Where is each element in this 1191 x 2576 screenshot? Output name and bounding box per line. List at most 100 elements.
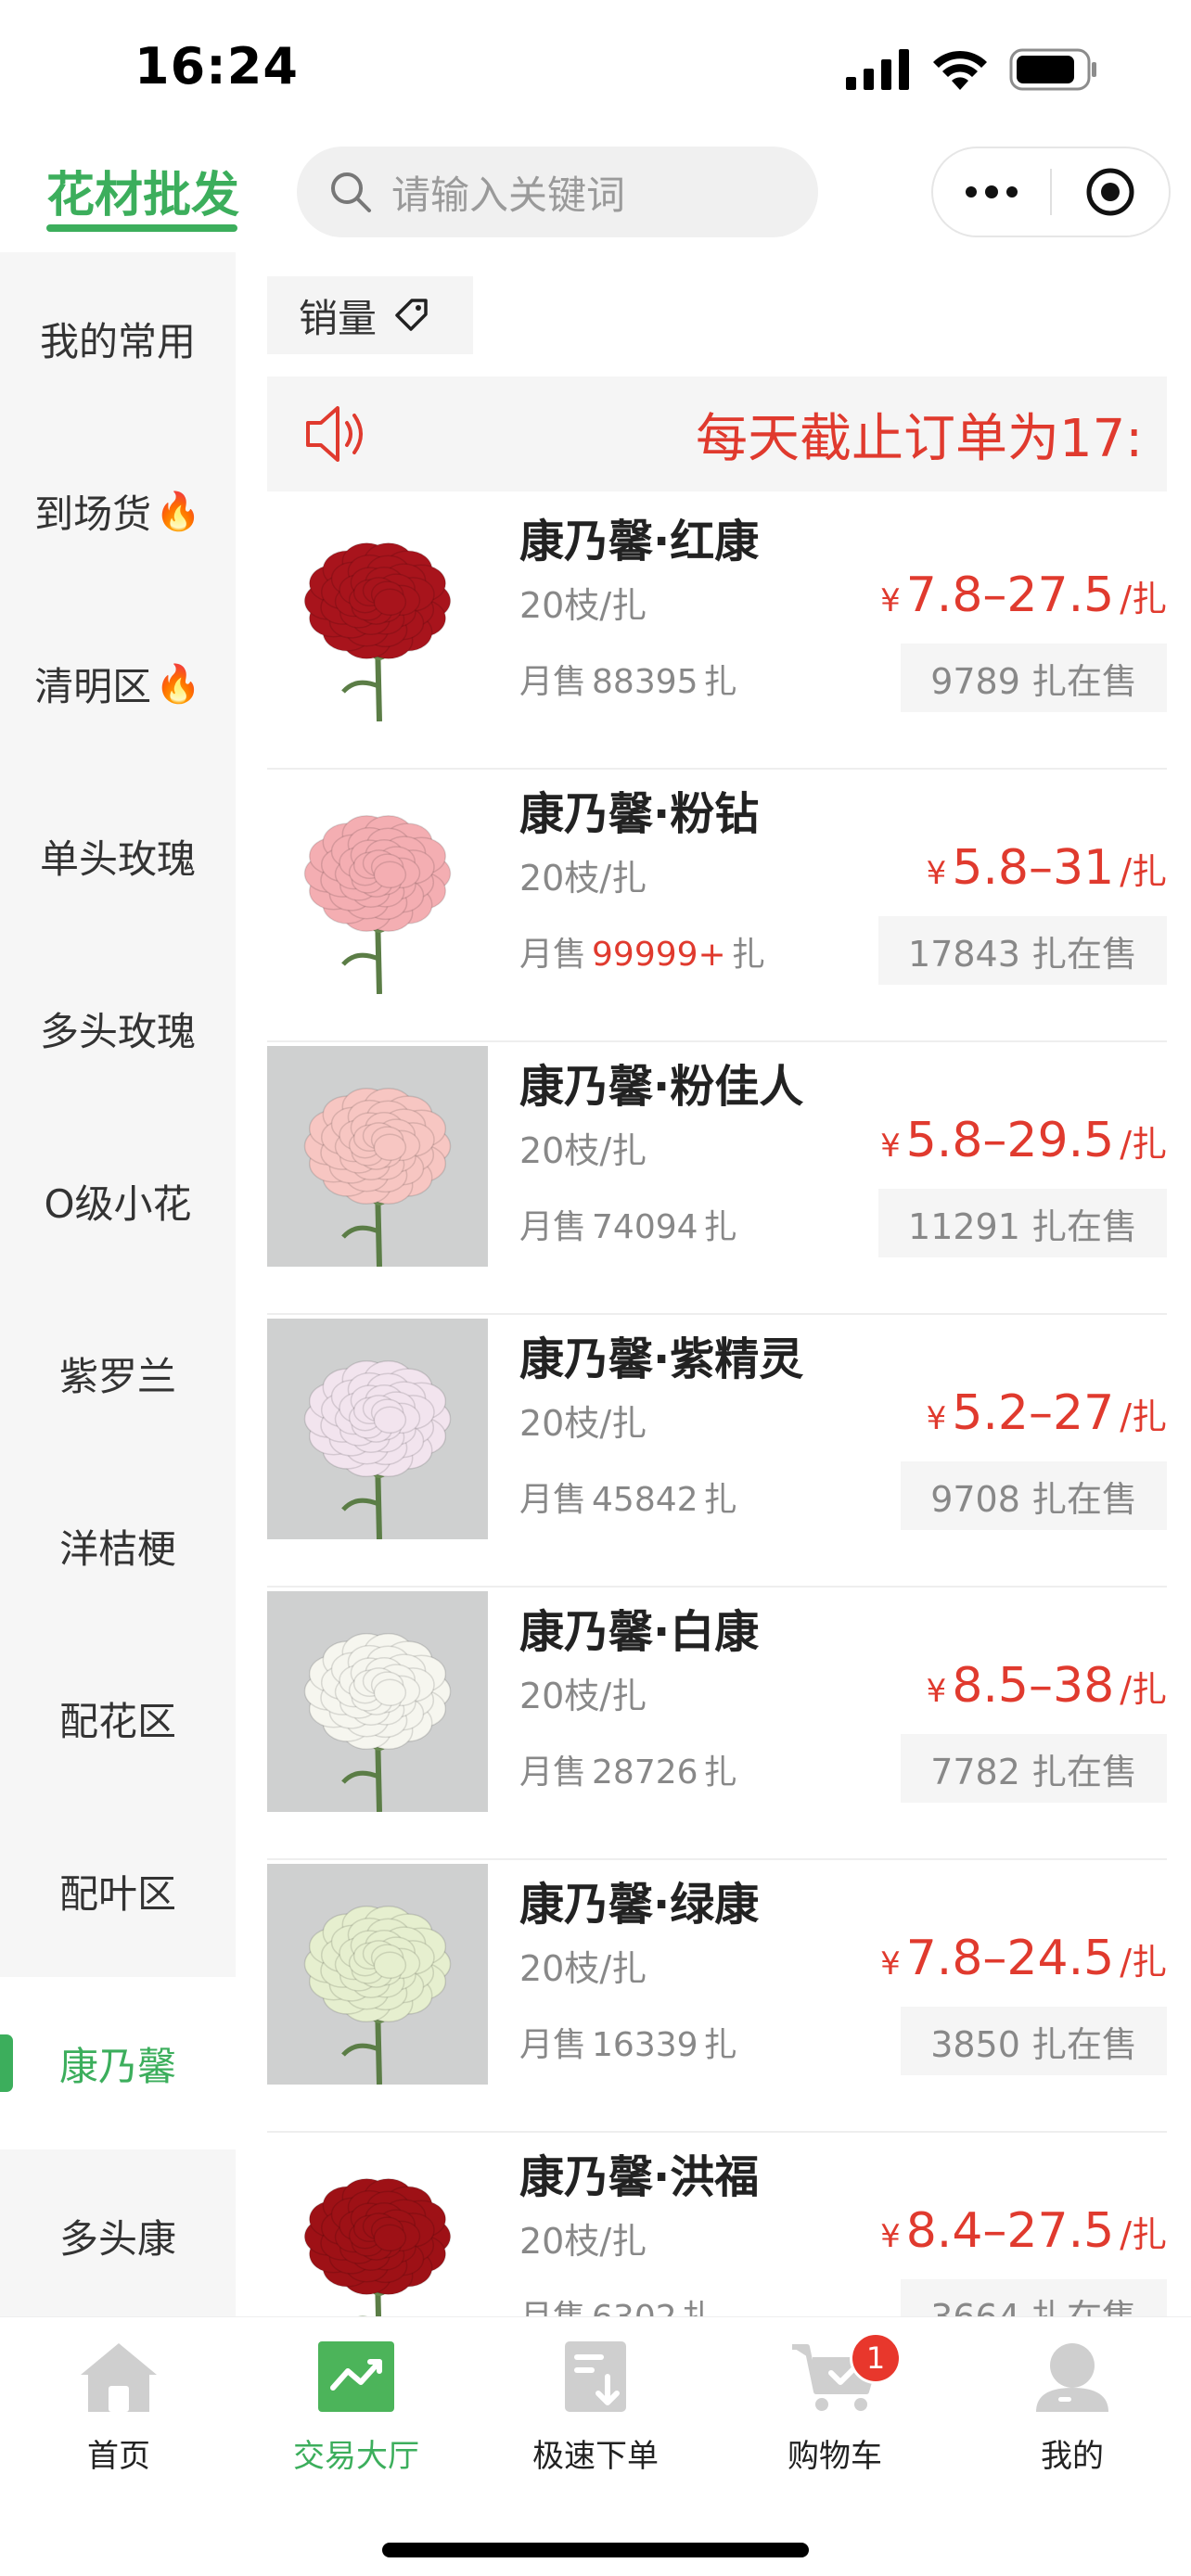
- stock-badge: 11291 扎在售: [878, 1189, 1167, 1257]
- search-input[interactable]: 请输入关键词: [297, 147, 818, 237]
- page-title[interactable]: 花材批发: [46, 156, 239, 225]
- product-row[interactable]: 康乃馨·粉佳人 20枝/扎 ¥5.8–29.5/扎月售 74094 扎 11291 扎在售: [267, 1042, 1167, 1315]
- tab-label: 极速下单: [532, 2438, 659, 2475]
- sidebar-item-o-grade-flowers[interactable]: O级小花: [0, 1115, 236, 1287]
- tab-trading-hall[interactable]: 交易大厅: [263, 2340, 449, 2476]
- product-price: ¥5.8–31/扎: [927, 840, 1167, 896]
- product-image[interactable]: [267, 1864, 488, 2085]
- currency-symbol: ¥: [880, 1128, 901, 1165]
- status-bar: 16:24: [0, 0, 1191, 130]
- sales-prefix: 月售: [519, 936, 587, 974]
- sales-prefix: 月售: [519, 2026, 587, 2064]
- product-row[interactable]: 康乃馨·紫精灵 20枝/扎 ¥5.2–27/扎 月售 45842 扎 9708 扎在售: [267, 1315, 1167, 1588]
- search-icon: [331, 172, 371, 212]
- sidebar-item-label: 清明区: [34, 663, 152, 709]
- carnation-image: [267, 1591, 488, 1812]
- product-image[interactable]: [267, 773, 488, 994]
- stock-badge: 9789 扎在售: [901, 644, 1167, 712]
- sidebar-item-label: 配叶区: [58, 1870, 176, 1917]
- sort-by-sales-button[interactable]: 销量: [267, 276, 473, 354]
- battery-icon: [1009, 48, 1096, 91]
- close-miniprogram-button[interactable]: [1052, 148, 1169, 236]
- sales-count: 28726: [592, 1753, 698, 1792]
- monthly-sales: 月售 6302 扎: [519, 2290, 716, 2316]
- sidebar-item-spray-rose[interactable]: 多头玫瑰: [0, 942, 236, 1115]
- sidebar-item-filler-flowers[interactable]: 配花区: [0, 1632, 236, 1804]
- product-image[interactable]: [267, 2136, 488, 2316]
- sidebar-item-foliage[interactable]: 配叶区: [0, 1804, 236, 1977]
- sidebar-item-single-rose[interactable]: 单头玫瑰: [0, 770, 236, 942]
- sales-prefix: 月售: [519, 1753, 587, 1792]
- sidebar-item-label: 我的常用: [39, 318, 196, 364]
- tab-quick-order[interactable]: 极速下单: [503, 2340, 688, 2476]
- price-range: 8.5–38: [952, 1658, 1115, 1714]
- status-time: 16:24: [134, 37, 299, 96]
- sales-unit: 扎: [703, 1208, 737, 1246]
- notice-text: 每天截止订单为17:3: [696, 409, 1141, 469]
- sidebar-item-lisianthus[interactable]: 洋桔梗: [0, 1460, 236, 1632]
- category-sidebar: 我的常用 到场货 🔥 清明区 🔥 单头玫瑰 多头玫瑰 O级小花 紫罗兰 洋桔梗 配花…: [0, 252, 236, 2316]
- product-spec: 20枝/扎: [519, 858, 647, 899]
- sidebar-item-favorites[interactable]: 我的常用: [0, 252, 236, 425]
- product-row[interactable]: 康乃馨·红康 20枝/扎 ¥7.8–27.5/扎 月售 88395 扎 9789 扎在售: [267, 497, 1167, 770]
- product-row[interactable]: 康乃馨·粉钻 20枝/扎 ¥5.8–31/扎月售 99999+ 扎 17843 扎在售: [267, 770, 1167, 1042]
- product-image[interactable]: [267, 1591, 488, 1812]
- sales-prefix: 月售: [519, 1208, 587, 1246]
- sidebar-item-arrived[interactable]: 到场货 🔥: [0, 425, 236, 597]
- product-image[interactable]: [267, 501, 488, 721]
- sidebar-item-qingming[interactable]: 清明区 🔥: [0, 597, 236, 770]
- sidebar-item-label: 紫罗兰: [58, 1353, 176, 1399]
- tab-home[interactable]: 首页: [26, 2340, 211, 2476]
- product-image[interactable]: [267, 1046, 488, 1267]
- product-row[interactable]: 康乃馨·白康 20枝/扎 ¥8.5–38/扎 月售 28726 扎 7782 扎在售: [267, 1588, 1167, 1860]
- price-range: 5.8–29.5: [905, 1113, 1115, 1168]
- sales-unit: 扎: [703, 663, 737, 701]
- monthly-sales: 月售 16339 扎: [519, 2018, 737, 2066]
- product-price: ¥8.4–27.5/扎: [880, 2203, 1167, 2259]
- price-unit: /扎: [1120, 2214, 1167, 2255]
- product-image[interactable]: [267, 1319, 488, 1539]
- monthly-sales: 月售 99999+ 扎: [519, 927, 765, 976]
- product-name: 康乃馨·紫精灵: [519, 1333, 804, 1385]
- product-price: ¥5.2–27/扎: [927, 1385, 1167, 1441]
- notice-bar: 每天截止订单为17:3: [267, 376, 1167, 491]
- product-spec: 20枝/扎: [519, 1130, 647, 1171]
- price-unit: /扎: [1120, 579, 1167, 619]
- sidebar-item-label: O级小花: [44, 1180, 192, 1227]
- product-spec: 20枝/扎: [519, 1676, 647, 1716]
- bottom-tab-bar: 首页 交易大厅 极速下单 1 购物车 我的: [0, 2316, 1191, 2576]
- fire-icon: 🔥: [155, 490, 201, 533]
- product-row[interactable]: 康乃馨·绿康 20枝/扎 ¥7.8–24.5/扎 月售 16339 扎 3850 扎在售: [267, 1860, 1167, 2133]
- more-button[interactable]: [933, 148, 1050, 236]
- tab-profile[interactable]: 我的: [980, 2340, 1165, 2476]
- currency-symbol: ¥: [926, 1673, 947, 1710]
- miniprogram-capsule: [931, 147, 1171, 237]
- tab-cart[interactable]: 1 购物车: [742, 2332, 928, 2476]
- product-name: 康乃馨·粉佳人: [519, 1061, 804, 1113]
- price-range: 7.8–27.5: [905, 567, 1115, 623]
- currency-symbol: ¥: [926, 855, 947, 892]
- sidebar-item-carnation[interactable]: 康乃馨: [0, 1977, 236, 2149]
- header: 花材批发 请输入关键词: [0, 139, 1191, 250]
- home-indicator: [382, 2543, 809, 2557]
- target-icon: [1086, 168, 1134, 216]
- product-name: 康乃馨·粉钻: [519, 788, 760, 840]
- cart-count-badge: 1: [850, 2332, 902, 2384]
- product-spec: 20枝/扎: [519, 585, 647, 626]
- carnation-image: [267, 1046, 488, 1267]
- product-price: ¥7.8–27.5/扎: [880, 567, 1167, 623]
- product-price: ¥8.5–38/扎: [927, 1658, 1167, 1714]
- monthly-sales: 月售 28726 扎: [519, 1745, 737, 1793]
- search-placeholder: 请输入关键词: [391, 172, 626, 218]
- sidebar-item-spray-carnation[interactable]: 多头康: [0, 2149, 236, 2316]
- product-row[interactable]: 康乃馨·洪福 20枝/扎 ¥8.4–27.5/扎月售 6302 扎 3664 扎在售: [267, 2133, 1167, 2316]
- price-unit: /扎: [1120, 1396, 1167, 1437]
- sales-prefix: 月售: [519, 1481, 587, 1519]
- price-range: 8.4–27.5: [905, 2203, 1115, 2259]
- fire-icon: 🔥: [155, 662, 201, 706]
- product-price: ¥5.8–29.5/扎: [880, 1113, 1167, 1168]
- stock-badge: 17843 扎在售: [878, 916, 1167, 985]
- sidebar-item-stock-flower[interactable]: 紫罗兰: [0, 1287, 236, 1460]
- sales-count: 16339: [592, 2026, 698, 2064]
- sales-count: 74094: [592, 1208, 698, 1246]
